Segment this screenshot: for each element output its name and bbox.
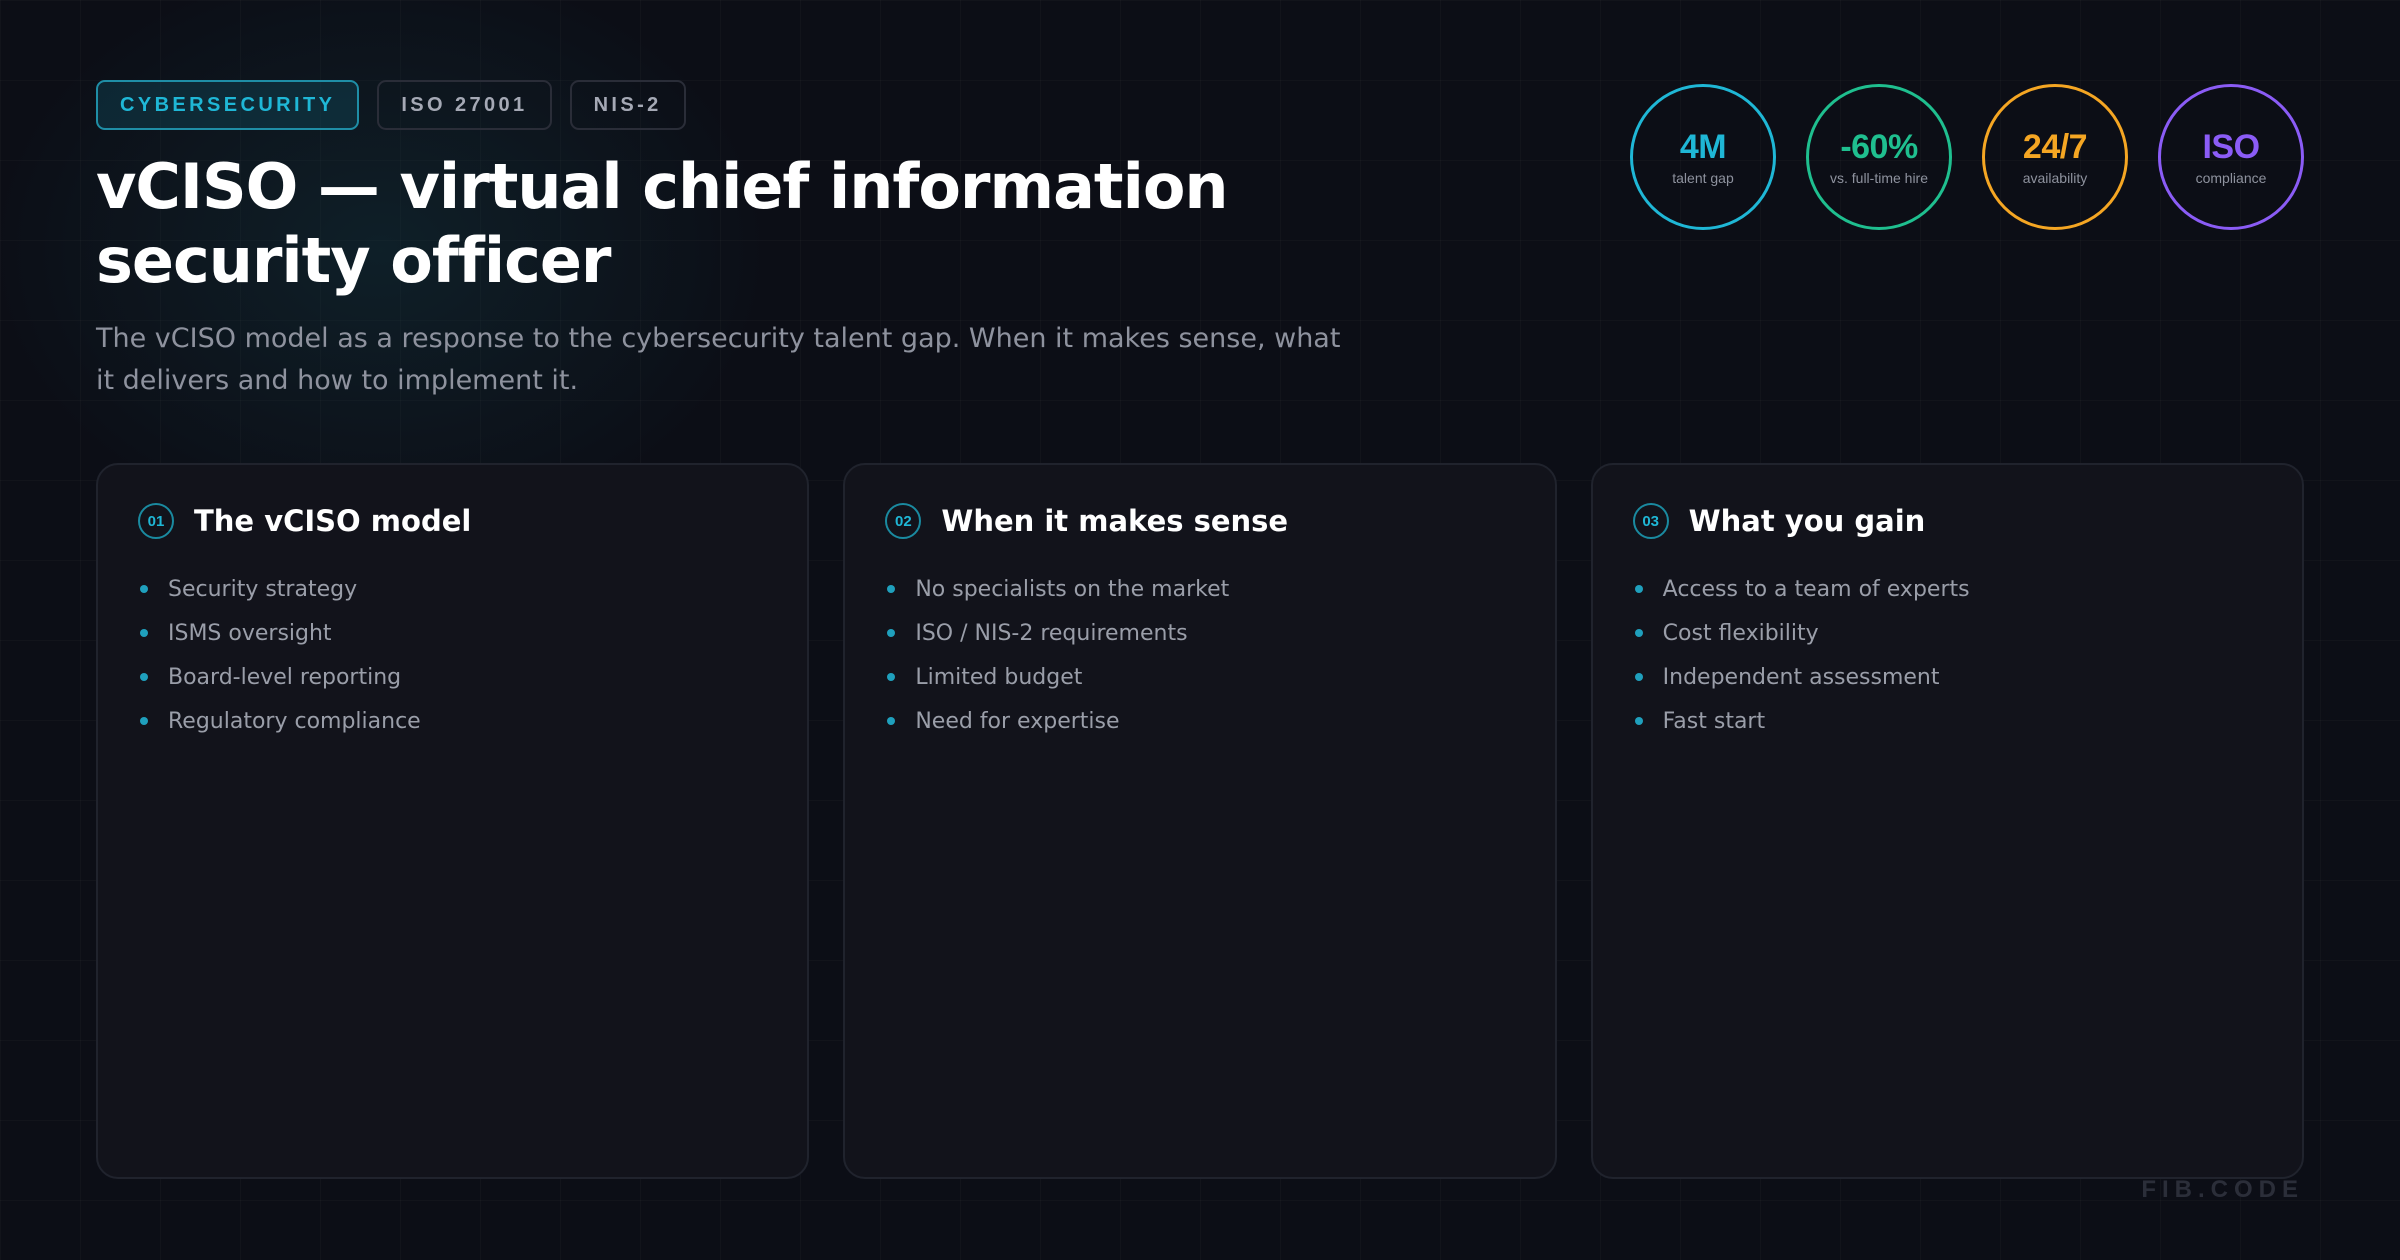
bullet-icon [140, 673, 148, 681]
card-vciso-model: 01 The vCISO model Security strategy ISM… [96, 463, 810, 1179]
list-item: ISMS oversight [138, 611, 767, 655]
tag-list: CYBERSECURITY ISO 27001 NIS-2 [96, 80, 686, 130]
stat-badge-value: 24/7 [2022, 128, 2088, 166]
bullet-icon [1634, 629, 1643, 637]
stat-badge-value: 4M [1679, 128, 1727, 166]
tag-iso-27001: ISO 27001 [377, 80, 552, 130]
list-item-text: Fast start [1662, 708, 1766, 734]
card-title: When it makes sense [941, 504, 1289, 538]
card-when-it-makes-sense: 02 When it makes sense No specialists on… [843, 463, 1557, 1179]
stat-badge-availability: 24/7 availability [1982, 84, 2128, 230]
card-number: 03 [1632, 503, 1669, 539]
card-header: 01 The vCISO model [138, 503, 767, 539]
list-item-text: Need for expertise [915, 708, 1120, 734]
card-number: 02 [885, 503, 922, 539]
list-item: ISO / NIS-2 requirements [885, 611, 1514, 655]
stat-badge-compliance: ISO compliance [2158, 84, 2304, 230]
list-item: Security strategy [138, 567, 767, 611]
card-title: The vCISO model [194, 504, 472, 538]
page-title: vCISO — virtual chief information securi… [96, 150, 1229, 297]
list-item: Access to a team of experts [1633, 567, 2262, 611]
card-list: No specialists on the market ISO / NIS-2… [885, 567, 1514, 743]
list-item: No specialists on the market [885, 567, 1514, 611]
stat-badge-value: -60% [1840, 128, 1918, 166]
bullet-icon [140, 585, 148, 593]
list-item-text: ISMS oversight [168, 620, 332, 646]
list-item: Regulatory compliance [138, 699, 767, 743]
brand-watermark: FIB.CODE [2141, 1176, 2304, 1203]
list-item-text: ISO / NIS-2 requirements [915, 620, 1188, 646]
card-list: Security strategy ISMS oversight Board-l… [138, 567, 767, 743]
bullet-icon [1634, 717, 1643, 725]
bullet-icon [887, 629, 896, 637]
stat-badges: 4M talent gap -60% vs. full-time hire 24… [1630, 84, 2304, 230]
bullet-icon [887, 585, 896, 593]
stat-badge-label: compliance [2195, 170, 2267, 186]
stat-badge-label: availability [2022, 170, 2088, 186]
stat-badge-cost: -60% vs. full-time hire [1806, 84, 1952, 230]
list-item: Board-level reporting [138, 655, 767, 699]
list-item: Cost flexibility [1633, 611, 2262, 655]
stat-badge-value: ISO [2202, 128, 2260, 166]
list-item-text: Limited budget [915, 664, 1083, 690]
bullet-icon [887, 717, 896, 725]
list-item-text: No specialists on the market [915, 576, 1230, 602]
list-item: Fast start [1633, 699, 2262, 743]
tag-nis-2: NIS-2 [569, 80, 686, 130]
card-list: Access to a team of experts Cost flexibi… [1633, 567, 2262, 743]
list-item-text: Security strategy [168, 576, 358, 602]
card-title: What you gain [1688, 504, 1926, 538]
bullet-icon [1634, 585, 1643, 593]
bullet-icon [140, 629, 148, 637]
list-item: Need for expertise [885, 699, 1514, 743]
card-number: 01 [138, 503, 174, 539]
list-item: Independent assessment [1633, 655, 2262, 699]
card-header: 03 What you gain [1632, 503, 2262, 539]
list-item-text: Independent assessment [1662, 664, 1940, 690]
tag-cybersecurity: CYBERSECURITY [96, 80, 360, 130]
bullet-icon [887, 673, 896, 681]
list-item-text: Board-level reporting [168, 664, 402, 690]
page-subtitle: The vCISO model as a response to the cyb… [96, 323, 1341, 396]
card-what-you-gain: 03 What you gain Access to a team of exp… [1590, 463, 2304, 1179]
stat-badge-talent-gap: 4M talent gap [1630, 84, 1776, 230]
bullet-icon [140, 717, 148, 725]
card-header: 02 When it makes sense [885, 503, 1514, 539]
list-item-text: Regulatory compliance [168, 708, 421, 734]
stat-badge-label: talent gap [1672, 170, 1734, 186]
bullet-icon [1634, 673, 1643, 681]
list-item: Limited budget [885, 655, 1514, 699]
card-grid: 01 The vCISO model Security strategy ISM… [96, 463, 2304, 1179]
list-item-text: Cost flexibility [1662, 620, 1819, 646]
stat-badge-label: vs. full-time hire [1829, 170, 1929, 186]
list-item-text: Access to a team of experts [1662, 576, 1970, 602]
